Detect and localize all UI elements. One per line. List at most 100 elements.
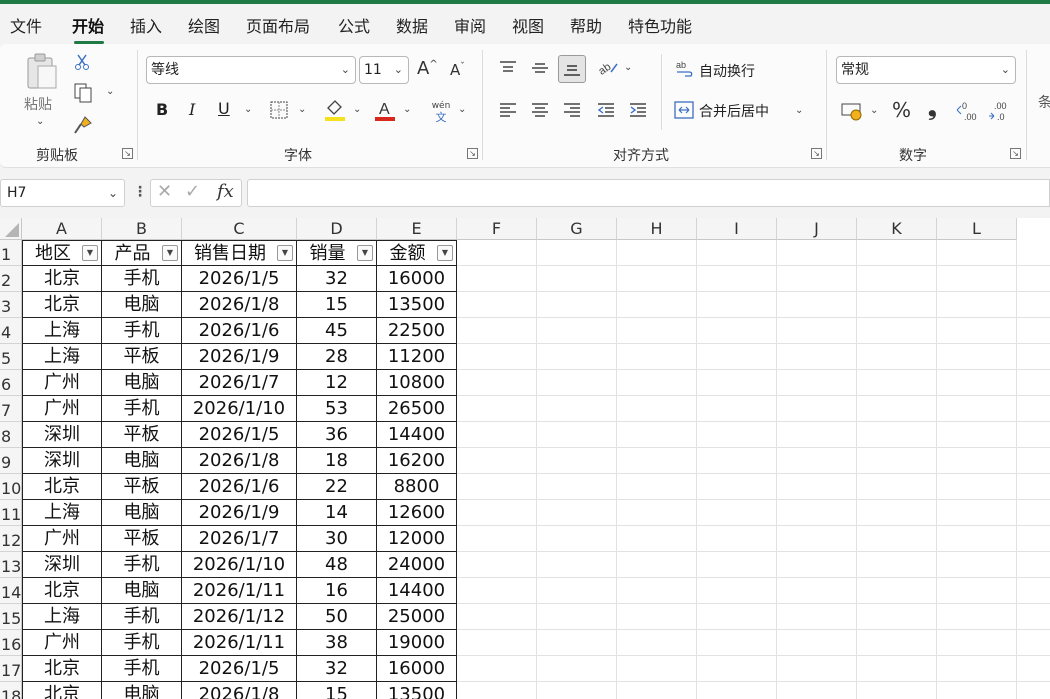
tab-insert[interactable]: 插入 [130, 13, 162, 37]
table-cell[interactable]: 36 [297, 422, 377, 448]
table-cell[interactable]: 14400 [377, 422, 457, 448]
row-header-13[interactable]: 13 [0, 552, 22, 578]
table-cell[interactable]: 广州 [22, 396, 102, 422]
table-cell[interactable]: 广州 [22, 370, 102, 396]
table-cell[interactable]: 30 [297, 526, 377, 552]
table-cell[interactable]: 15 [297, 292, 377, 318]
table-cell[interactable]: 25000 [377, 604, 457, 630]
table-cell[interactable]: 北京 [22, 474, 102, 500]
column-header-i[interactable]: I [697, 218, 777, 240]
table-cell[interactable]: 8800 [377, 474, 457, 500]
table-cell[interactable]: 2026/1/6 [182, 318, 297, 344]
table-cell[interactable]: 14 [297, 500, 377, 526]
table-cell[interactable]: 2026/1/9 [182, 500, 297, 526]
table-cell[interactable]: 32 [297, 266, 377, 292]
row-header-3[interactable]: 3 [0, 292, 22, 318]
row-header-2[interactable]: 2 [0, 266, 22, 292]
table-cell[interactable]: 北京 [22, 266, 102, 292]
table-cell[interactable]: 24000 [377, 552, 457, 578]
fill-color-icon[interactable] [323, 98, 347, 122]
table-cell[interactable]: 平板 [102, 526, 182, 552]
copy-icon[interactable] [72, 82, 94, 104]
row-header-14[interactable]: 14 [0, 578, 22, 604]
merge-center-icon[interactable] [673, 99, 695, 121]
wrap-text-button[interactable]: 自动换行 [699, 61, 755, 81]
table-cell[interactable]: 28 [297, 344, 377, 370]
table-cell[interactable]: 平板 [102, 344, 182, 370]
decrease-decimal-icon[interactable]: .00.0 [988, 99, 1012, 123]
table-cell[interactable]: 北京 [22, 656, 102, 682]
table-cell[interactable]: 平板 [102, 422, 182, 448]
table-cell[interactable]: 手机 [102, 656, 182, 682]
tab-view[interactable]: 视图 [512, 13, 544, 37]
table-cell[interactable]: 2026/1/8 [182, 448, 297, 474]
table-cell[interactable]: 16 [297, 578, 377, 604]
row-header-17[interactable]: 17 [0, 656, 22, 682]
table-cell[interactable]: 10800 [377, 370, 457, 396]
table-cell[interactable]: 上海 [22, 500, 102, 526]
row-header-16[interactable]: 16 [0, 630, 22, 656]
table-cell[interactable]: 手机 [102, 396, 182, 422]
table-cell[interactable]: 22500 [377, 318, 457, 344]
table-cell[interactable]: 38 [297, 630, 377, 656]
table-cell[interactable]: 电脑 [102, 682, 182, 699]
column-header-h[interactable]: H [617, 218, 697, 240]
row-header-12[interactable]: 12 [0, 526, 22, 552]
table-cell[interactable]: 深圳 [22, 422, 102, 448]
table-cell[interactable]: 2026/1/12 [182, 604, 297, 630]
copy-dropdown-icon[interactable]: ⌄ [106, 86, 114, 97]
font-launcher-icon[interactable]: ↘ [467, 148, 478, 159]
tab-formulas[interactable]: 公式 [338, 13, 370, 37]
table-cell[interactable]: 18 [297, 448, 377, 474]
table-cell[interactable]: 电脑 [102, 578, 182, 604]
table-cell[interactable]: 11200 [377, 344, 457, 370]
table-cell[interactable]: 平板 [102, 474, 182, 500]
clipboard-launcher-icon[interactable]: ↘ [122, 148, 133, 159]
column-header-e[interactable]: E [377, 218, 457, 240]
italic-button[interactable]: I [189, 100, 195, 119]
select-all-corner[interactable] [0, 218, 22, 240]
formula-input[interactable] [247, 179, 1050, 207]
table-cell[interactable]: 手机 [102, 604, 182, 630]
align-bottom-icon[interactable] [558, 55, 586, 83]
table-cell[interactable]: 14400 [377, 578, 457, 604]
table-cell[interactable]: 广州 [22, 630, 102, 656]
table-cell[interactable]: 2026/1/5 [182, 656, 297, 682]
insert-function-button[interactable]: fx [217, 181, 234, 202]
confirm-icon[interactable]: ✓ [185, 181, 200, 202]
column-header-l[interactable]: L [937, 218, 1017, 240]
table-cell[interactable]: 19000 [377, 630, 457, 656]
table-cell[interactable]: 45 [297, 318, 377, 344]
table-cell[interactable]: 北京 [22, 578, 102, 604]
tab-draw[interactable]: 绘图 [188, 13, 220, 37]
row-header-4[interactable]: 4 [0, 318, 22, 344]
tab-file[interactable]: 文件 [10, 13, 42, 37]
filter-dropdown-icon[interactable]: ▼ [437, 245, 453, 261]
name-box[interactable]: H7 ⌄ [0, 179, 125, 207]
paste-button[interactable]: 粘贴 [24, 94, 52, 114]
align-middle-icon[interactable] [528, 56, 552, 80]
table-cell[interactable]: 22 [297, 474, 377, 500]
table-cell[interactable]: 16200 [377, 448, 457, 474]
fill-color-dropdown-icon[interactable]: ⌄ [353, 104, 361, 115]
increase-indent-icon[interactable] [626, 98, 650, 122]
table-cell[interactable]: 2026/1/7 [182, 526, 297, 552]
conditional-format-button[interactable]: 条 [1038, 92, 1050, 112]
column-header-j[interactable]: J [777, 218, 857, 240]
table-cell[interactable]: 12600 [377, 500, 457, 526]
table-cell[interactable]: 北京 [22, 682, 102, 699]
table-cell[interactable]: 上海 [22, 318, 102, 344]
table-cell[interactable]: 电脑 [102, 448, 182, 474]
table-cell[interactable]: 12 [297, 370, 377, 396]
tab-special-features[interactable]: 特色功能 [628, 13, 692, 37]
phonetic-guide-icon[interactable]: wén 文 [430, 98, 452, 123]
decrease-indent-icon[interactable] [594, 98, 618, 122]
font-size-select[interactable]: 11 ⌄ [359, 56, 409, 84]
cancel-icon[interactable]: ✕ [157, 181, 172, 202]
table-cell[interactable]: 2026/1/10 [182, 396, 297, 422]
row-header-8[interactable]: 8 [0, 422, 22, 448]
column-header-k[interactable]: K [857, 218, 937, 240]
bold-button[interactable]: B [156, 100, 168, 119]
table-cell[interactable]: 手机 [102, 630, 182, 656]
accounting-dropdown-icon[interactable]: ⌄ [870, 105, 878, 116]
